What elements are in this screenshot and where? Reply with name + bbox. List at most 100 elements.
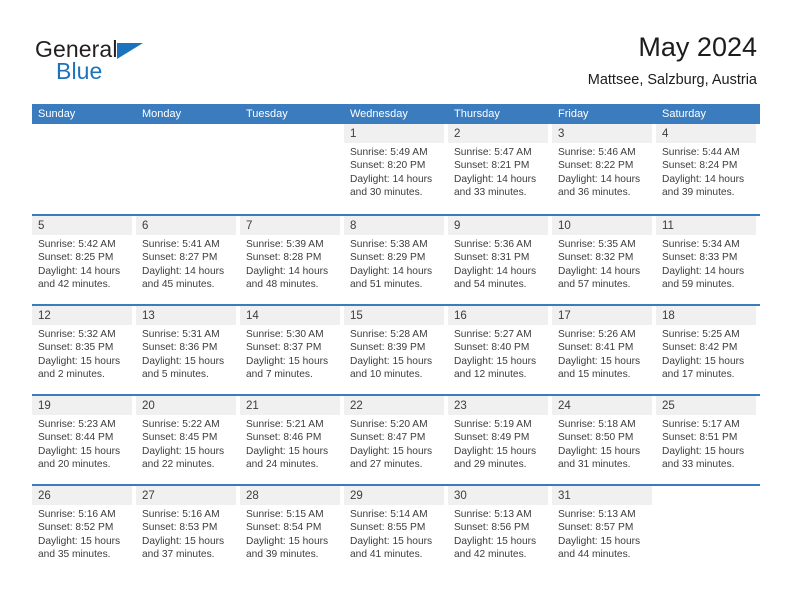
sunset-line: Sunset: 8:20 PM: [350, 160, 426, 172]
date-band: 29: [344, 486, 444, 505]
daylight-line-2: and 30 minutes.: [350, 187, 423, 199]
calendar-page: General Blue May 2024 Mattsee, Salzburg,…: [0, 0, 792, 612]
calendar-day-cell-17[interactable]: 17 Sunrise: 5:26 AM Sunset: 8:41 PM Dayligh…: [552, 306, 656, 394]
logo-text-blue: Blue: [56, 58, 103, 84]
daylight-line-1: Daylight: 14 hours: [662, 173, 745, 185]
sunrise-line: Sunrise: 5:26 AM: [558, 329, 636, 340]
day-detail-lines: Sunrise: 5:46 AM Sunset: 8:22 PM Daylight:…: [552, 143, 652, 200]
sunrise-line: Sunrise: 5:30 AM: [246, 329, 324, 340]
calendar-day-cell-15[interactable]: 15 Sunrise: 5:28 AM Sunset: 8:39 PM Dayligh…: [344, 306, 448, 394]
calendar-day-cell-12[interactable]: 12 Sunrise: 5:32 AM Sunset: 8:35 PM Dayligh…: [32, 306, 136, 394]
date-band: 16: [448, 306, 548, 325]
calendar-day-cell-24[interactable]: 24 Sunrise: 5:18 AM Sunset: 8:50 PM Dayligh…: [552, 396, 656, 484]
daylight-line-1: Daylight: 15 hours: [350, 535, 433, 547]
calendar-day-cell-8[interactable]: 8 Sunrise: 5:38 AM Sunset: 8:29 PM Daylight…: [344, 216, 448, 304]
calendar-day-cell-14[interactable]: 14 Sunrise: 5:30 AM Sunset: 8:37 PM Dayligh…: [240, 306, 344, 394]
sunset-line: Sunset: 8:57 PM: [558, 522, 634, 534]
calendar-day-cell-22[interactable]: 22 Sunrise: 5:20 AM Sunset: 8:47 PM Dayligh…: [344, 396, 448, 484]
sunrise-line: Sunrise: 5:16 AM: [38, 509, 116, 520]
calendar-day-cell-25[interactable]: 25 Sunrise: 5:17 AM Sunset: 8:51 PM Dayligh…: [656, 396, 760, 484]
day-detail-lines: Sunrise: 5:39 AM Sunset: 8:28 PM Daylight:…: [240, 235, 340, 292]
daylight-line-2: and 57 minutes.: [558, 279, 631, 291]
day-number: 7: [246, 220, 253, 232]
calendar-day-cell-7[interactable]: 7 Sunrise: 5:39 AM Sunset: 8:28 PM Daylight…: [240, 216, 344, 304]
day-detail-lines: Sunrise: 5:32 AM Sunset: 8:35 PM Daylight:…: [32, 325, 132, 382]
calendar-week-row: 26 Sunrise: 5:16 AM Sunset: 8:52 PM Dayligh…: [32, 484, 760, 574]
sunrise-line: Sunrise: 5:46 AM: [558, 147, 636, 158]
calendar-day-cell-19[interactable]: 19 Sunrise: 5:23 AM Sunset: 8:44 PM Dayligh…: [32, 396, 136, 484]
daylight-line-2: and 29 minutes.: [454, 459, 527, 471]
general-blue-logo[interactable]: General Blue: [35, 36, 235, 92]
calendar-day-cell-4[interactable]: 4 Sunrise: 5:44 AM Sunset: 8:24 PM Daylight…: [656, 124, 760, 214]
day-detail-lines: [32, 143, 132, 146]
daylight-line-2: and 15 minutes.: [558, 369, 631, 381]
day-number: 6: [142, 220, 149, 232]
calendar-day-cell-23[interactable]: 23 Sunrise: 5:19 AM Sunset: 8:49 PM Dayligh…: [448, 396, 552, 484]
day-number: 26: [38, 490, 51, 502]
daylight-line-2: and 39 minutes.: [246, 549, 319, 561]
daylight-line-1: Daylight: 14 hours: [142, 265, 225, 277]
sunrise-line: Sunrise: 5:18 AM: [558, 419, 636, 430]
day-number: 13: [142, 310, 155, 322]
sunset-line: Sunset: 8:50 PM: [558, 432, 634, 444]
calendar-week-row: 1 Sunrise: 5:49 AM Sunset: 8:20 PM Daylight…: [32, 124, 760, 214]
daylight-line-2: and 33 minutes.: [662, 459, 735, 471]
calendar-day-cell-11[interactable]: 11 Sunrise: 5:34 AM Sunset: 8:33 PM Dayligh…: [656, 216, 760, 304]
calendar-day-cell-13[interactable]: 13 Sunrise: 5:31 AM Sunset: 8:36 PM Dayligh…: [136, 306, 240, 394]
calendar-day-cell-6[interactable]: 6 Sunrise: 5:41 AM Sunset: 8:27 PM Daylight…: [136, 216, 240, 304]
calendar-day-cell-9[interactable]: 9 Sunrise: 5:36 AM Sunset: 8:31 PM Daylight…: [448, 216, 552, 304]
daylight-line-1: Daylight: 14 hours: [38, 265, 121, 277]
calendar-day-cell-27[interactable]: 27 Sunrise: 5:16 AM Sunset: 8:53 PM Dayligh…: [136, 486, 240, 574]
daylight-line-2: and 17 minutes.: [662, 369, 735, 381]
date-band: 26: [32, 486, 132, 505]
date-band: 18: [656, 306, 756, 325]
sunrise-line: Sunrise: 5:15 AM: [246, 509, 324, 520]
sunrise-line: Sunrise: 5:17 AM: [662, 419, 740, 430]
daylight-line-2: and 42 minutes.: [454, 549, 527, 561]
calendar-day-cell-30[interactable]: 30 Sunrise: 5:13 AM Sunset: 8:56 PM Dayligh…: [448, 486, 552, 574]
weekday-header-friday: Friday: [558, 108, 589, 120]
sunset-line: Sunset: 8:42 PM: [662, 342, 738, 354]
daylight-line-1: Daylight: 15 hours: [558, 355, 641, 367]
calendar-day-cell-21[interactable]: 21 Sunrise: 5:21 AM Sunset: 8:46 PM Dayligh…: [240, 396, 344, 484]
title-block: May 2024 Mattsee, Salzburg, Austria: [588, 30, 757, 90]
daylight-line-1: Daylight: 15 hours: [142, 355, 225, 367]
daylight-line-1: Daylight: 15 hours: [558, 535, 641, 547]
sunrise-line: Sunrise: 5:39 AM: [246, 239, 324, 250]
calendar-day-cell-1[interactable]: 1 Sunrise: 5:49 AM Sunset: 8:20 PM Daylight…: [344, 124, 448, 214]
daylight-line-1: Daylight: 15 hours: [38, 355, 121, 367]
date-band: 25: [656, 396, 756, 415]
daylight-line-1: Daylight: 15 hours: [142, 445, 225, 457]
daylight-line-2: and 42 minutes.: [38, 279, 111, 291]
daylight-line-1: Daylight: 15 hours: [454, 445, 537, 457]
sunrise-line: Sunrise: 5:19 AM: [454, 419, 532, 430]
calendar-day-cell-10[interactable]: 10 Sunrise: 5:35 AM Sunset: 8:32 PM Dayligh…: [552, 216, 656, 304]
day-number: 2: [454, 128, 461, 140]
day-detail-lines: Sunrise: 5:23 AM Sunset: 8:44 PM Daylight:…: [32, 415, 132, 472]
sunrise-line: Sunrise: 5:31 AM: [142, 329, 220, 340]
sunrise-line: Sunrise: 5:47 AM: [454, 147, 532, 158]
sunrise-line: Sunrise: 5:25 AM: [662, 329, 740, 340]
calendar-day-cell-3[interactable]: 3 Sunrise: 5:46 AM Sunset: 8:22 PM Daylight…: [552, 124, 656, 214]
day-number: 29: [350, 490, 363, 502]
sunrise-line: Sunrise: 5:13 AM: [558, 509, 636, 520]
calendar-day-cell-16[interactable]: 16 Sunrise: 5:27 AM Sunset: 8:40 PM Dayligh…: [448, 306, 552, 394]
daylight-line-1: Daylight: 14 hours: [454, 173, 537, 185]
calendar-day-cell-20[interactable]: 20 Sunrise: 5:22 AM Sunset: 8:45 PM Dayligh…: [136, 396, 240, 484]
sunrise-line: Sunrise: 5:21 AM: [246, 419, 324, 430]
calendar-week-row: 12 Sunrise: 5:32 AM Sunset: 8:35 PM Dayligh…: [32, 304, 760, 394]
calendar-day-cell-29[interactable]: 29 Sunrise: 5:14 AM Sunset: 8:55 PM Dayligh…: [344, 486, 448, 574]
daylight-line-1: Daylight: 15 hours: [454, 535, 537, 547]
day-detail-lines: Sunrise: 5:41 AM Sunset: 8:27 PM Daylight:…: [136, 235, 236, 292]
calendar-day-cell-31[interactable]: 31 Sunrise: 5:13 AM Sunset: 8:57 PM Dayligh…: [552, 486, 656, 574]
calendar-day-cell-2[interactable]: 2 Sunrise: 5:47 AM Sunset: 8:21 PM Daylight…: [448, 124, 552, 214]
calendar-day-cell-28[interactable]: 28 Sunrise: 5:15 AM Sunset: 8:54 PM Dayligh…: [240, 486, 344, 574]
calendar-day-cell-26[interactable]: 26 Sunrise: 5:16 AM Sunset: 8:52 PM Dayligh…: [32, 486, 136, 574]
day-number: 20: [142, 400, 155, 412]
calendar-day-cell-5[interactable]: 5 Sunrise: 5:42 AM Sunset: 8:25 PM Daylight…: [32, 216, 136, 304]
calendar-day-cell-18[interactable]: 18 Sunrise: 5:25 AM Sunset: 8:42 PM Dayligh…: [656, 306, 760, 394]
day-detail-lines: Sunrise: 5:30 AM Sunset: 8:37 PM Daylight:…: [240, 325, 340, 382]
daylight-line-1: Daylight: 14 hours: [350, 173, 433, 185]
date-band: 17: [552, 306, 652, 325]
day-detail-lines: Sunrise: 5:15 AM Sunset: 8:54 PM Daylight:…: [240, 505, 340, 562]
